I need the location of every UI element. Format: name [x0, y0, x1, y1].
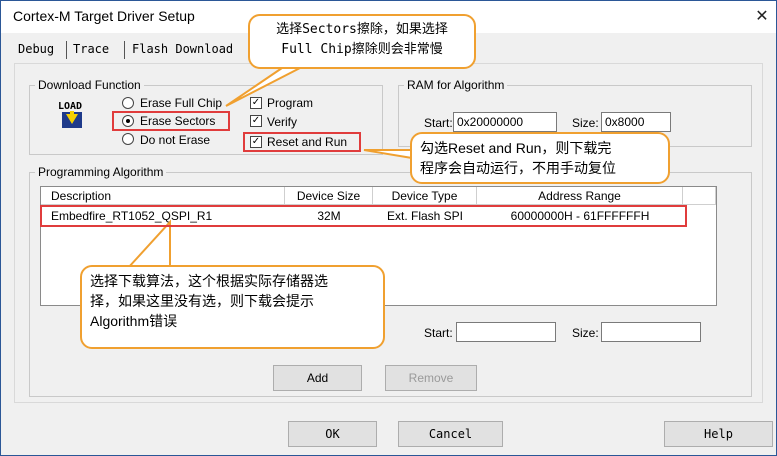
algorithm-row-highlight [40, 205, 687, 227]
sectors-callout-pointer [225, 67, 301, 107]
reset-callout: 勾选Reset and Run，则下载完 程序会自动运行，不用手动复位 [410, 132, 670, 184]
algo-callout-line1: 选择下载算法，这个根据实际存储器选 [90, 273, 328, 289]
algo-callout-line3: Algorithm错误 [90, 313, 178, 329]
reset-callout-line2: 程序会自动运行，不用手动复位 [420, 160, 616, 176]
algo-callout-pointer [127, 219, 171, 269]
reset-callout-pointer [363, 149, 413, 159]
sectors-callout: 选择Sectors擦除，如果选择 Full Chip擦除则会非常慢 [248, 14, 476, 69]
reset-and-run-highlight [243, 132, 361, 152]
sectors-callout-line2: Full Chip擦除则会非常慢 [281, 42, 443, 57]
sectors-callout-line1: 选择Sectors擦除，如果选择 [276, 22, 448, 37]
erase-sectors-highlight [112, 111, 230, 131]
algo-callout-line2: 择，如果这里没有选，则下载会提示 [90, 293, 314, 309]
reset-callout-line1: 勾选Reset and Run，则下载完 [420, 140, 612, 156]
algorithm-callout: 选择下载算法，这个根据实际存储器选 择，如果这里没有选，则下载会提示 Algor… [80, 265, 385, 349]
